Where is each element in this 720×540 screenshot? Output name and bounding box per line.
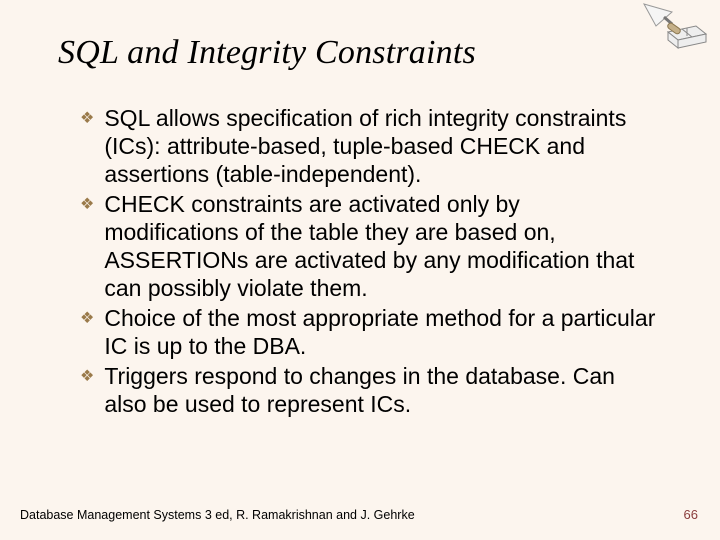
diamond-bullet-icon: ❖ — [80, 366, 94, 386]
list-item: ❖ SQL allows specification of rich integ… — [80, 104, 660, 188]
footer-attribution: Database Management Systems 3 ed, R. Ram… — [20, 508, 415, 522]
trowel-brick-icon — [638, 2, 708, 52]
list-item-text: CHECK constraints are activated only by … — [104, 190, 660, 302]
page-title: SQL and Integrity Constraints — [58, 34, 476, 72]
list-item-text: Triggers respond to changes in the datab… — [104, 362, 660, 418]
list-item: ❖ CHECK constraints are activated only b… — [80, 190, 660, 302]
bullet-list: ❖ SQL allows specification of rich integ… — [80, 104, 660, 421]
page-number: 66 — [684, 507, 698, 522]
diamond-bullet-icon: ❖ — [80, 308, 94, 328]
list-item: ❖ Choice of the most appropriate method … — [80, 304, 660, 360]
diamond-bullet-icon: ❖ — [80, 108, 94, 128]
list-item-text: Choice of the most appropriate method fo… — [104, 304, 660, 360]
list-item: ❖ Triggers respond to changes in the dat… — [80, 362, 660, 418]
diamond-bullet-icon: ❖ — [80, 194, 94, 214]
list-item-text: SQL allows specification of rich integri… — [104, 104, 660, 188]
